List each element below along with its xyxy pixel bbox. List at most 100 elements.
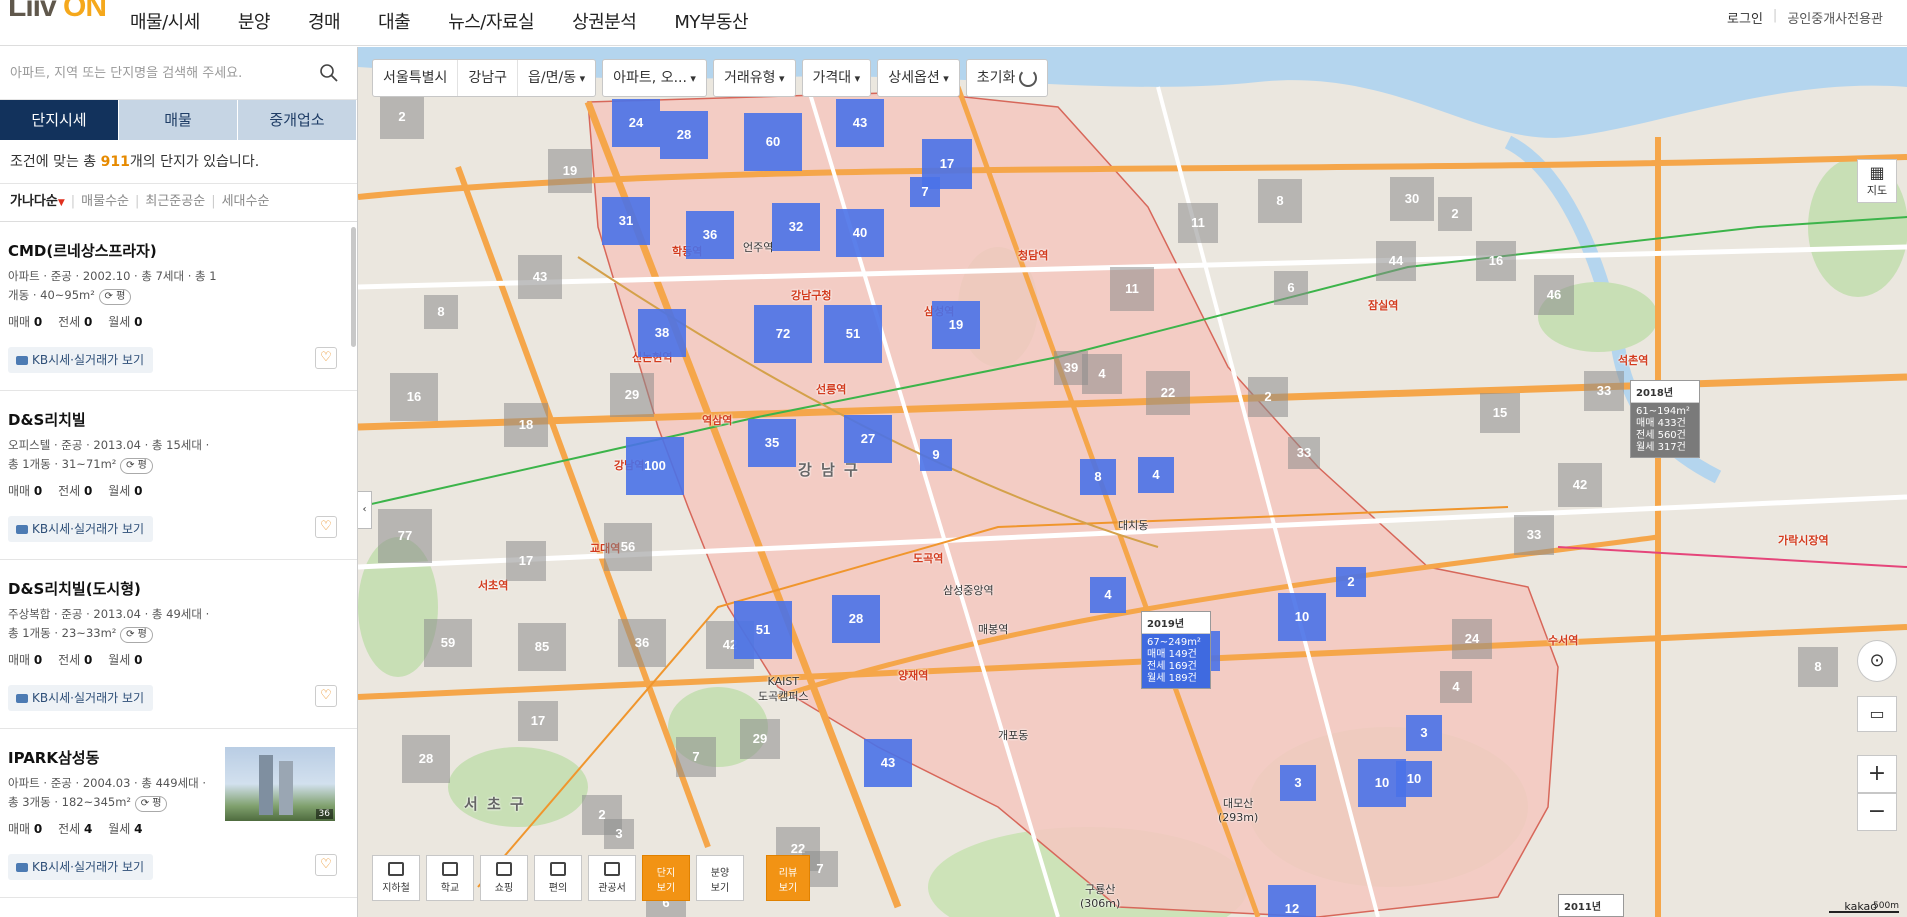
complex-name[interactable]: D&S리치빌(도시형) [8,578,347,599]
cluster-marker-gray[interactable]: 15 [1480,393,1520,433]
nav-item-price[interactable]: 매물/시세 [130,8,200,34]
cluster-marker-gray[interactable]: 29 [740,719,780,759]
zoom-in-button[interactable]: + [1857,755,1897,793]
cluster-marker-gray[interactable]: 19 [548,149,592,193]
complex-name[interactable]: CMD(르네상스프라자) [8,240,347,261]
cluster-marker-blue[interactable]: 28 [832,595,880,643]
station-yeoksam[interactable]: 역삼역 [702,412,732,428]
sort-recent[interactable]: 최근준공순 [145,194,205,209]
cluster-marker-gray[interactable]: 2 [380,95,424,139]
station-gangnamgu-office[interactable]: 강남구청 [791,287,831,303]
convenience-button[interactable]: 편의 [534,855,582,901]
reset-button[interactable]: 초기화 [967,60,1048,96]
cluster-marker-blue[interactable]: 2 [1336,567,1366,597]
deal-type-select[interactable]: 거래유형 [714,60,795,96]
cluster-marker-blue[interactable]: 19 [932,301,980,349]
cluster-marker-blue[interactable]: 43 [836,99,884,147]
cluster-marker-gray[interactable]: 85 [518,623,566,671]
station-seokchon[interactable]: 석촌역 [1618,352,1648,368]
station-dogok[interactable]: 도곡역 [913,550,943,566]
price-range-select[interactable]: 가격대 [803,60,871,96]
cluster-marker-blue[interactable]: 51 [734,601,792,659]
login-link[interactable]: 로그인 [1727,8,1763,27]
cluster-marker-gray[interactable]: 6 [1274,271,1308,305]
station-yangjae[interactable]: 양재역 [898,667,928,683]
cluster-marker-gray[interactable]: 2 [1438,197,1472,231]
cluster-marker-gray[interactable]: 24 [1452,619,1492,659]
station-seocho[interactable]: 서초역 [478,577,508,593]
cluster-marker-gray[interactable]: 46 [1534,275,1574,315]
unit-toggle-button[interactable]: ⟳ 평 [98,289,132,305]
complex-photo[interactable]: 36 [225,747,335,821]
cluster-marker-gray[interactable]: 59 [424,619,472,667]
map-type-button[interactable]: ▦ 지도 [1857,159,1897,203]
cluster-marker-blue[interactable]: 4 [1138,457,1174,493]
cluster-marker-blue[interactable]: 27 [844,415,892,463]
zoom-out-button[interactable]: − [1857,793,1897,831]
cluster-marker-gray[interactable]: 33 [1584,371,1624,411]
cluster-marker-gray[interactable]: 4 [1440,671,1472,703]
map-view[interactable]: 강남역 역삼역 선릉역 삼성역 서초역 교대역 도곡역 신논현역 청담역 잠실역… [358,47,1907,917]
cluster-marker-gray[interactable]: 8 [424,295,458,329]
panel-collapse-button[interactable]: ‹ [358,491,372,529]
street-view-icon[interactable]: ⊙ [1857,640,1897,682]
region-city-select[interactable]: 서울특별시 [373,60,459,96]
ruler-icon[interactable]: ▭ [1857,696,1897,732]
station-suseo[interactable]: 수서역 [1548,632,1578,648]
complex-popup[interactable]: 2018년 61~194m² 매매 433건 전세 560건 월세 317건 [1630,380,1700,458]
cluster-marker-gray[interactable]: 16 [1476,241,1516,281]
review-view-button[interactable]: 리뷰 보기 [766,855,810,901]
tab-agencies[interactable]: 중개업소 [238,100,357,140]
kb-price-button[interactable]: KB시세·실거래가 보기 [8,516,153,542]
nav-item-auction[interactable]: 경매 [308,8,341,34]
cluster-marker-gray[interactable]: 16 [390,373,438,421]
cluster-marker-blue[interactable]: 36 [686,211,734,259]
cluster-marker-gray[interactable]: 2 [1248,377,1288,417]
year-badge[interactable]: 2011년 [1558,894,1624,917]
cluster-marker-blue[interactable]: 8 [1080,459,1116,495]
cluster-marker-gray[interactable]: 77 [378,509,432,563]
cluster-marker-blue[interactable]: 24 [612,99,660,147]
cluster-marker-blue[interactable]: 60 [744,113,802,171]
liiv-on-logo[interactable]: Liiv ON [8,0,107,26]
cluster-marker-gray[interactable]: 56 [604,523,652,571]
favorite-heart-icon[interactable]: ♡ [315,516,337,538]
cluster-marker-gray[interactable]: 3 [604,819,634,849]
cluster-marker-blue[interactable]: 7 [910,177,940,207]
cluster-marker-blue[interactable]: 38 [638,309,686,357]
property-type-select[interactable]: 아파트, 오... [603,60,706,96]
station-garak[interactable]: 가락시장역 [1778,532,1829,548]
station-cheongdam[interactable]: 청담역 [1018,247,1048,263]
unit-toggle-button[interactable]: ⟳ 평 [134,796,168,812]
cluster-marker-blue[interactable]: 10 [1396,761,1432,797]
list-item[interactable]: CMD(르네상스프라자) 아파트 · 준공 · 2002.10 · 총 7세대 … [0,222,357,391]
search-icon[interactable] [319,63,339,83]
sort-alpha[interactable]: 가나다순▼ [10,194,65,209]
kb-price-button[interactable]: KB시세·실거래가 보기 [8,347,153,373]
cluster-marker-gray[interactable]: 8 [1258,179,1302,223]
region-gu-select[interactable]: 강남구 [458,60,519,96]
unit-toggle-button[interactable]: ⟳ 평 [120,627,153,643]
list-item[interactable]: IPARK삼성동 아파트 · 준공 · 2004.03 · 총 449세대 · … [0,729,357,898]
agent-link[interactable]: 공인중개사전용관 [1787,8,1883,27]
cluster-marker-blue[interactable]: 10 [1278,593,1326,641]
nav-item-commercial[interactable]: 상권분석 [572,8,637,34]
shopping-button[interactable]: 쇼핑 [480,855,528,901]
cluster-marker-gray[interactable]: 42 [1558,463,1602,507]
cluster-marker-blue[interactable]: 51 [824,305,882,363]
cluster-marker-gray[interactable]: 33 [1514,515,1554,555]
cluster-marker-gray[interactable]: 4 [1082,354,1122,394]
tab-listings[interactable]: 매물 [119,100,238,140]
complex-popup[interactable]: 2019년 67~249m² 매매 149건 전세 169건 월세 189건 [1141,611,1211,689]
sort-listings[interactable]: 매물수순 [81,194,129,209]
public-office-button[interactable]: 관공서 [588,855,636,901]
cluster-marker-blue[interactable]: 3 [1406,715,1442,751]
cluster-marker-blue[interactable]: 31 [602,197,650,245]
cluster-marker-gray[interactable]: 29 [610,373,654,417]
cluster-marker-gray[interactable]: 17 [506,541,546,581]
cluster-marker-blue[interactable]: 40 [836,209,884,257]
detail-options-select[interactable]: 상세옵션 [878,60,959,96]
search-input[interactable] [0,47,300,99]
cluster-marker-gray[interactable]: 28 [402,735,450,783]
cluster-marker-blue[interactable]: 3 [1280,765,1316,801]
